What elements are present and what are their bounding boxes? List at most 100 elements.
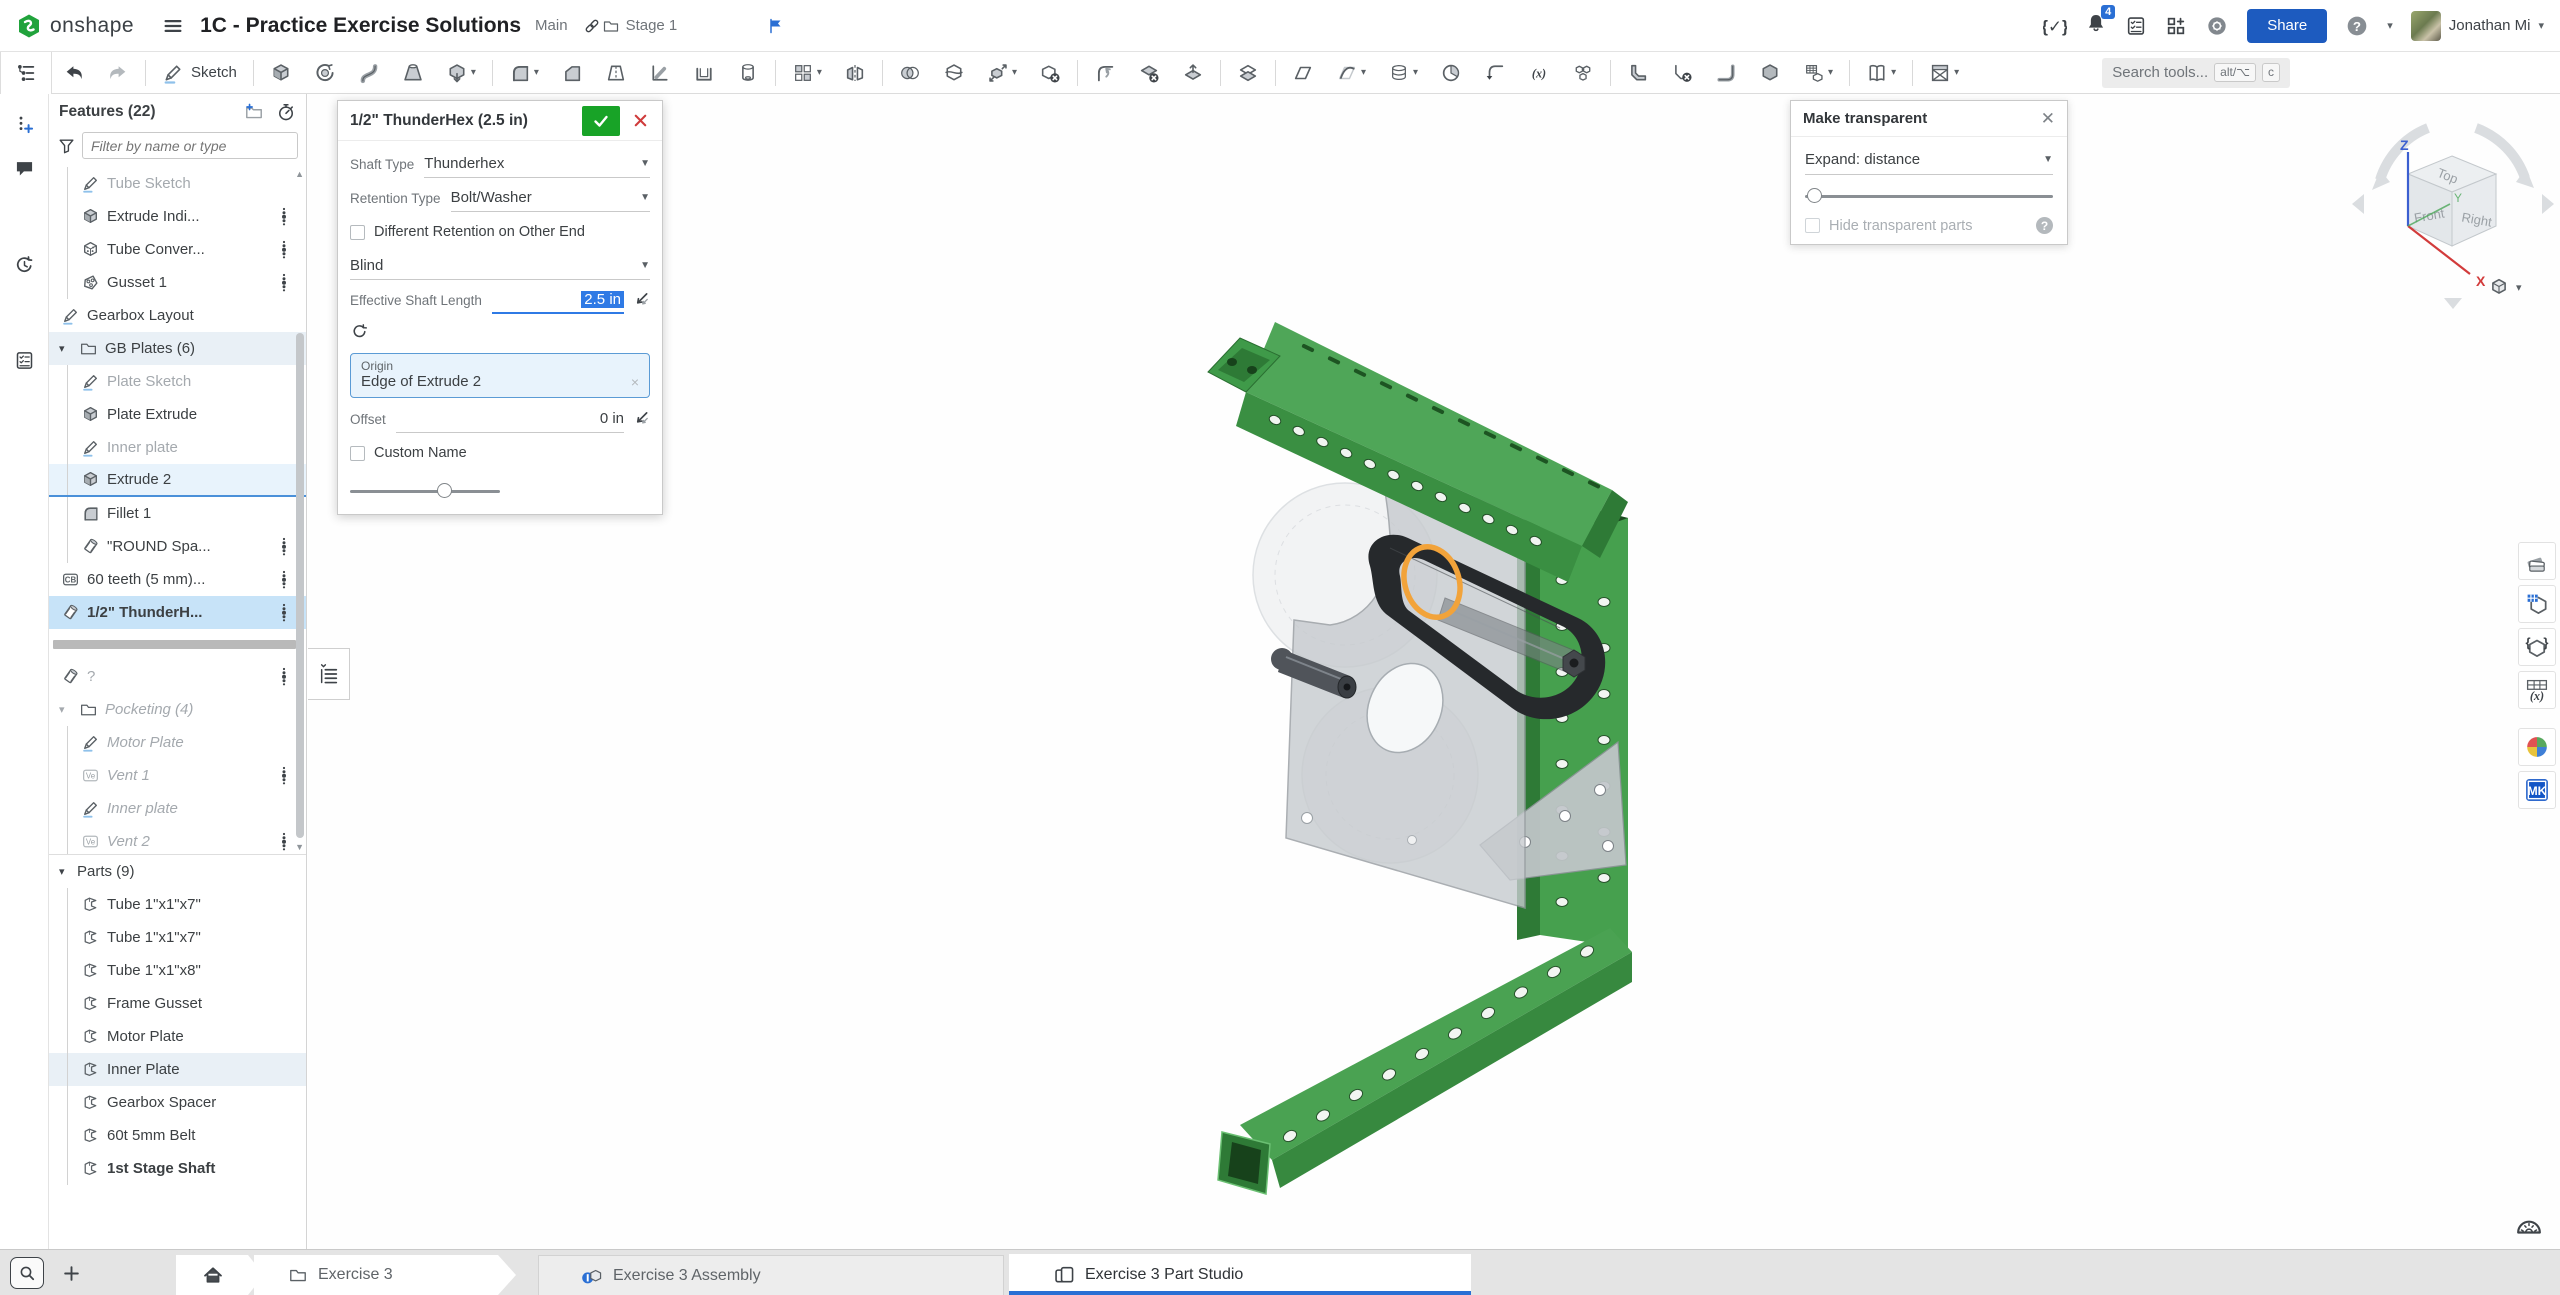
onshape-logo[interactable]: onshape	[16, 13, 134, 39]
sm-table-tool-button[interactable]: ▾	[1792, 55, 1844, 91]
feature-row[interactable]: Fillet 1	[49, 497, 306, 530]
flag-icon[interactable]	[767, 17, 785, 35]
tasks-button[interactable]	[4, 342, 44, 378]
bom-cube-panel-button[interactable]	[2518, 585, 2556, 623]
feature-row[interactable]: VeVent 1	[49, 759, 306, 792]
sketch-tool-button[interactable]: Sketch	[151, 55, 248, 91]
drag-handle-icon[interactable]	[276, 569, 292, 590]
confirm-button[interactable]	[582, 106, 620, 136]
share-button[interactable]: Share	[2247, 9, 2327, 43]
breadcrumb[interactable]: Stage 1	[602, 17, 678, 35]
new-folder-icon[interactable]	[244, 102, 264, 122]
expand-mode-select[interactable]: Expand: distance ▼	[1805, 145, 2053, 175]
search-tabs-button[interactable]	[10, 1257, 44, 1289]
feature-row[interactable]: Inner plate	[49, 792, 306, 825]
cylinder-tool-button[interactable]	[1429, 55, 1473, 91]
feature-row[interactable]: "ROUND Spa...	[49, 530, 306, 563]
part-row[interactable]: Motor Plate	[49, 1020, 306, 1053]
retention-type-select[interactable]: Bolt/Washer ▼	[451, 185, 650, 212]
feature-row[interactable]: Tube Sketch	[49, 167, 306, 200]
feature-list-flyout-toggle[interactable]	[308, 648, 350, 700]
curve-tool-button[interactable]: ▾	[1325, 55, 1377, 91]
feature-row[interactable]: Gusset 1	[49, 266, 306, 299]
part-row[interactable]: 60t 5mm Belt	[49, 1119, 306, 1152]
tasks-icon[interactable]	[2125, 15, 2147, 37]
part-row[interactable]: Gearbox Spacer	[49, 1086, 306, 1119]
feature-tree-scroll[interactable]: Tube SketchExtrude Indi...Tube Conver...…	[49, 167, 306, 855]
undo-tool-button[interactable]	[52, 55, 96, 91]
delete-part-tool-button[interactable]	[1028, 55, 1072, 91]
drag-handle-icon[interactable]	[276, 272, 292, 293]
tool-caret-icon[interactable]: ▾	[1891, 67, 1896, 78]
transform-tool-button[interactable]: ▾	[976, 55, 1028, 91]
mk-app-panel-button[interactable]: MK	[2518, 771, 2556, 809]
modify-fillet-tool-button[interactable]	[1083, 55, 1127, 91]
custom-name-checkbox[interactable]	[350, 446, 365, 461]
split-tool-button[interactable]	[932, 55, 976, 91]
filter-icon[interactable]	[57, 136, 76, 155]
opacity-slider[interactable]	[350, 480, 500, 502]
different-retention-checkbox[interactable]	[350, 225, 365, 240]
part-row[interactable]: Frame Gusset	[49, 987, 306, 1020]
tab-exercise-3-folder[interactable]: Exercise 3	[254, 1255, 516, 1295]
feature-row[interactable]: Inner plate	[49, 431, 306, 464]
main-menu-icon[interactable]	[162, 15, 184, 37]
slider-knob[interactable]	[437, 483, 452, 498]
drag-handle-icon[interactable]	[276, 536, 292, 557]
comments-button[interactable]	[4, 150, 44, 186]
config-cube-panel-button[interactable]: {}	[2518, 628, 2556, 666]
revolve-tool-button[interactable]	[303, 55, 347, 91]
shell-tool-button[interactable]	[682, 55, 726, 91]
hole-tool-button[interactable]	[726, 55, 770, 91]
redo-tool-button[interactable]	[96, 55, 140, 91]
3d-model[interactable]	[1180, 280, 1650, 1210]
sheet-metal-model-tool-button[interactable]	[1616, 55, 1660, 91]
sm-delete-tool-button[interactable]	[1660, 55, 1704, 91]
fillet-tool-button[interactable]: ▾	[498, 55, 550, 91]
drag-handle-icon[interactable]	[276, 831, 292, 852]
chamfer-tool-button[interactable]	[550, 55, 594, 91]
user-menu[interactable]: Jonathan Mi ▾	[2411, 11, 2544, 41]
view-cube[interactable]: Top Front Right Z X Y	[2350, 98, 2560, 313]
cancel-button[interactable]	[626, 106, 654, 136]
history-button[interactable]	[4, 246, 44, 282]
scroll-up-icon[interactable]: ▲	[295, 169, 304, 179]
tool-caret-icon[interactable]: ▾	[1012, 67, 1017, 78]
drag-handle-icon[interactable]	[276, 666, 292, 687]
part-row[interactable]: Inner Plate	[49, 1053, 306, 1086]
feature-row[interactable]: ?	[49, 660, 306, 693]
sweep-tool-button[interactable]	[347, 55, 391, 91]
workspace-label[interactable]: Main	[535, 17, 568, 34]
pie-app-panel-button[interactable]	[2518, 728, 2556, 766]
parts-caret-icon[interactable]: ▾	[59, 865, 75, 878]
appearance-panel-button[interactable]	[2518, 542, 2556, 580]
feature-row[interactable]: ▾Pocketing (4)	[49, 693, 306, 726]
groups-tool-button[interactable]	[1561, 55, 1605, 91]
hide-transparent-checkbox[interactable]	[1805, 218, 1820, 233]
filter-input[interactable]	[82, 132, 298, 159]
drag-handle-icon[interactable]	[276, 239, 292, 260]
shaft-length-input[interactable]: 2.5 in	[492, 287, 624, 314]
insert-plus-button[interactable]	[4, 106, 44, 142]
parts-header[interactable]: ▾ Parts (9)	[49, 855, 306, 888]
measure-arrow-icon[interactable]	[630, 290, 650, 310]
origin-selection-box[interactable]: Origin Edge of Extrude 2 ×	[350, 353, 650, 398]
tool-caret-icon[interactable]: ▾	[1828, 67, 1833, 78]
drag-handle-icon[interactable]	[276, 765, 292, 786]
transparency-slider[interactable]	[1805, 185, 2053, 207]
part-row[interactable]: Tube 1"x1"x7"	[49, 921, 306, 954]
scrollbar-thumb[interactable]	[296, 333, 304, 838]
tool-caret-icon[interactable]: ▾	[534, 67, 539, 78]
flip-direction-icon[interactable]	[350, 322, 369, 341]
add-tab-button[interactable]	[54, 1256, 88, 1290]
tool-caret-icon[interactable]: ▾	[1413, 67, 1418, 78]
link-icon[interactable]	[582, 16, 602, 36]
custom-feature-tool-button[interactable]: ▾	[1918, 55, 1970, 91]
expand-caret-icon[interactable]: ▾	[59, 703, 75, 716]
tab-exercise-3-assembly[interactable]: Exercise 3 Assembly	[538, 1255, 1004, 1295]
feature-row[interactable]: 1/2" ThunderH...	[49, 596, 306, 629]
derived-tool-button[interactable]	[1473, 55, 1517, 91]
feature-row[interactable]: VeVent 2	[49, 825, 306, 855]
boolean-tool-button[interactable]	[888, 55, 932, 91]
feature-row[interactable]: Extrude 2	[49, 464, 306, 497]
